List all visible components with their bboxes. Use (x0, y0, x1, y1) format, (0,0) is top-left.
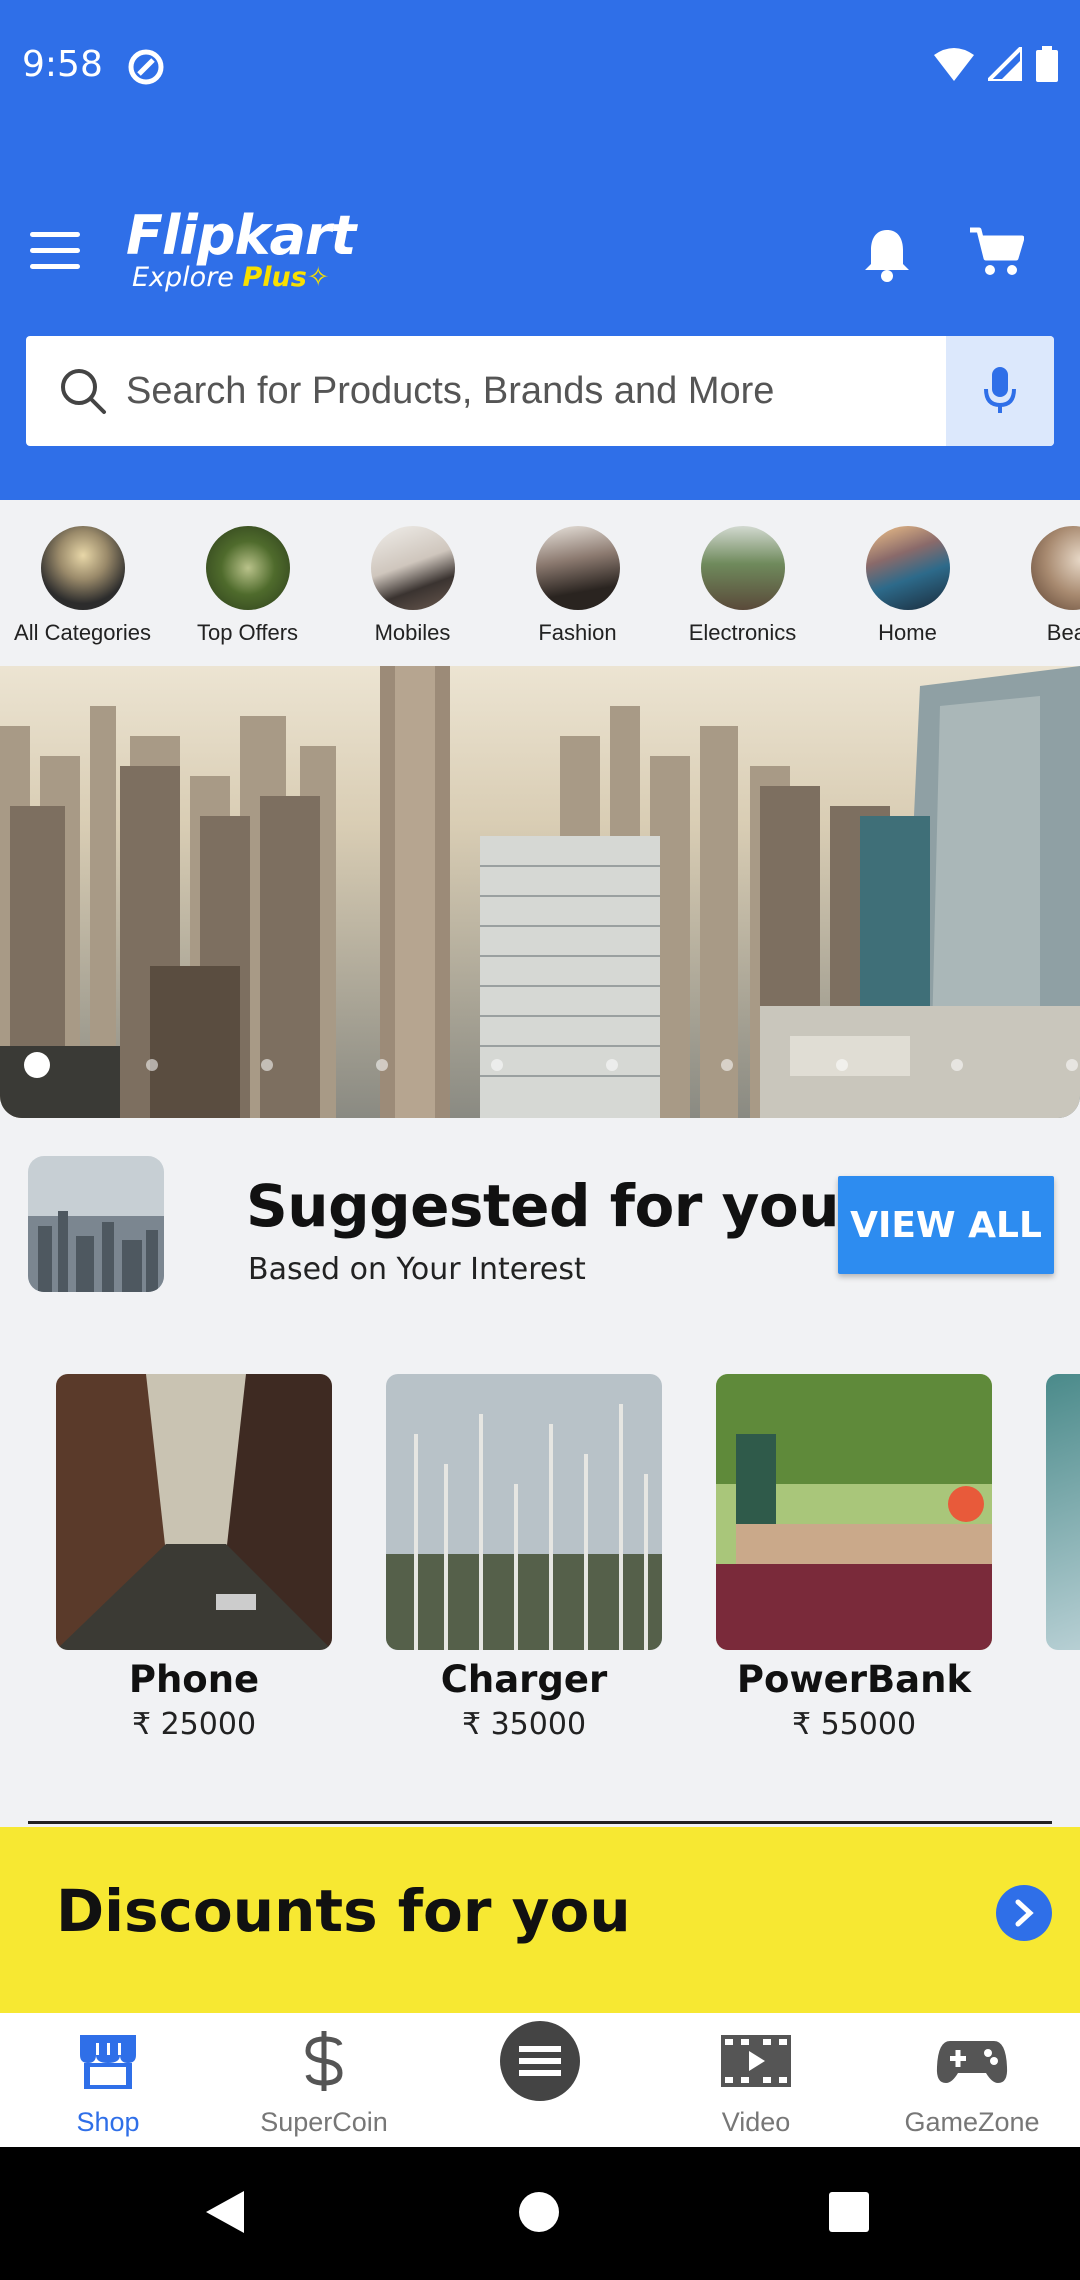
product-price: ₹ 55000 (791, 1707, 917, 1742)
product-image (386, 1374, 662, 1650)
category-beauty[interactable]: Beau (990, 526, 1080, 646)
product-image (56, 1374, 332, 1650)
carousel-dot[interactable] (376, 1059, 388, 1071)
discounts-section[interactable]: Discounts for you (0, 1827, 1080, 2013)
section-subtitle: Based on Your Interest (248, 1252, 586, 1287)
carousel-dot[interactable] (606, 1059, 618, 1071)
product-card[interactable]: PowerBank ₹ 55000 (716, 1374, 992, 1742)
shop-icon (80, 2035, 136, 2089)
nav-menu[interactable] (432, 2013, 648, 2147)
suggested-thumbnail (28, 1156, 164, 1292)
category-mobiles[interactable]: Mobiles (330, 526, 495, 646)
nav-video[interactable]: Video (648, 2013, 864, 2147)
product-image (716, 1374, 992, 1650)
category-image (205, 526, 290, 610)
category-image (370, 526, 455, 610)
nav-label: SuperCoin (260, 2107, 388, 2137)
carousel-dot[interactable] (836, 1059, 848, 1071)
category-label: Fashion (538, 620, 617, 645)
product-name: Phone (128, 1658, 260, 1701)
system-navigation-bar (0, 2147, 1080, 2280)
carousel-indicator (0, 1050, 1080, 1080)
category-image (40, 526, 125, 610)
product-card[interactable]: Charger ₹ 35000 (386, 1374, 662, 1742)
notification-bell-icon[interactable] (862, 226, 912, 282)
carousel-dot-active[interactable] (24, 1052, 50, 1078)
home-icon[interactable] (518, 2191, 560, 2233)
product-name: PowerBank (736, 1658, 972, 1701)
category-top-offers[interactable]: Top Offers (165, 526, 330, 646)
category-image (700, 526, 785, 610)
app-header: 9:58 Flipkart Explore Plus✧ Search for P… (0, 0, 1080, 500)
nav-label: GameZone (904, 2107, 1040, 2137)
nav-shop[interactable]: Shop (0, 2013, 216, 2147)
microphone-icon (984, 367, 1016, 413)
product-price: ₹ 35000 (461, 1707, 587, 1742)
category-label: Beau (1046, 620, 1080, 645)
hamburger-menu-icon[interactable] (30, 232, 80, 276)
status-time: 9:58 (22, 44, 103, 85)
product-card[interactable]: Phone ₹ 25000 (56, 1374, 332, 1742)
category-strip: All Categories Top Offers Mobiles Fashio… (0, 500, 1080, 665)
menu-circle-icon (500, 2021, 580, 2101)
sync-status-icon (128, 49, 164, 85)
nav-gamezone[interactable]: GameZone (864, 2013, 1080, 2147)
voice-search-button[interactable] (946, 336, 1054, 446)
logo-wordmark: Flipkart (126, 204, 356, 267)
category-label: All Categories (14, 620, 151, 645)
suggested-products-list: Phone ₹ 25000 Charger ₹ 35000 PowerBank … (0, 1374, 1080, 1754)
cart-icon[interactable] (968, 226, 1024, 278)
recents-icon[interactable] (828, 2191, 870, 2233)
category-label: Home (878, 620, 937, 645)
logo-tagline: Explore Plus✧ (132, 262, 330, 293)
category-fashion[interactable]: Fashion (495, 526, 660, 646)
nav-supercoin[interactable]: SuperCoin (216, 2013, 432, 2147)
wifi-icon (934, 48, 974, 81)
carousel-dot[interactable] (951, 1059, 963, 1071)
product-card-partial[interactable] (1046, 1374, 1080, 1650)
product-name: Charger (440, 1658, 608, 1701)
bottom-navigation: Shop SuperCoin Video GameZone (0, 2013, 1080, 2147)
battery-icon (1036, 46, 1058, 82)
section-divider (28, 1821, 1052, 1824)
signal-icon (988, 47, 1022, 81)
category-label: Top Offers (196, 620, 299, 645)
carousel-dot[interactable] (146, 1059, 158, 1071)
promo-banner-carousel[interactable] (0, 666, 1080, 1118)
category-image (865, 526, 950, 610)
discounts-title: Discounts for you (56, 1877, 631, 1945)
search-bar[interactable]: Search for Products, Brands and More (26, 336, 1054, 446)
back-icon[interactable] (204, 2189, 246, 2235)
video-icon (721, 2035, 791, 2087)
flipkart-logo[interactable]: Flipkart Explore Plus✧ (126, 204, 356, 294)
nav-label: Video (721, 2107, 791, 2137)
search-input[interactable]: Search for Products, Brands and More (126, 370, 946, 413)
search-icon (61, 369, 106, 414)
section-title: Suggested for you (246, 1172, 840, 1240)
dollar-icon (305, 2031, 343, 2091)
category-image (1030, 526, 1080, 610)
carousel-dot[interactable] (491, 1059, 503, 1071)
category-electronics[interactable]: Electronics (660, 526, 825, 646)
category-home[interactable]: Home (825, 526, 990, 646)
carousel-dot[interactable] (1066, 1059, 1078, 1071)
carousel-dot[interactable] (721, 1059, 733, 1071)
category-label: Mobiles (374, 620, 451, 645)
category-image (535, 526, 620, 610)
product-price: ₹ 25000 (131, 1707, 257, 1742)
product-image (1046, 1374, 1080, 1650)
status-icons (934, 46, 1058, 82)
gamepad-icon (936, 2041, 1008, 2083)
nav-label: Shop (76, 2107, 140, 2137)
category-label: Electronics (688, 620, 797, 645)
chevron-right-icon[interactable] (996, 1885, 1052, 1941)
carousel-dot[interactable] (261, 1059, 273, 1071)
view-all-button[interactable]: VIEW ALL (838, 1176, 1054, 1274)
category-all-categories[interactable]: All Categories (0, 526, 165, 646)
